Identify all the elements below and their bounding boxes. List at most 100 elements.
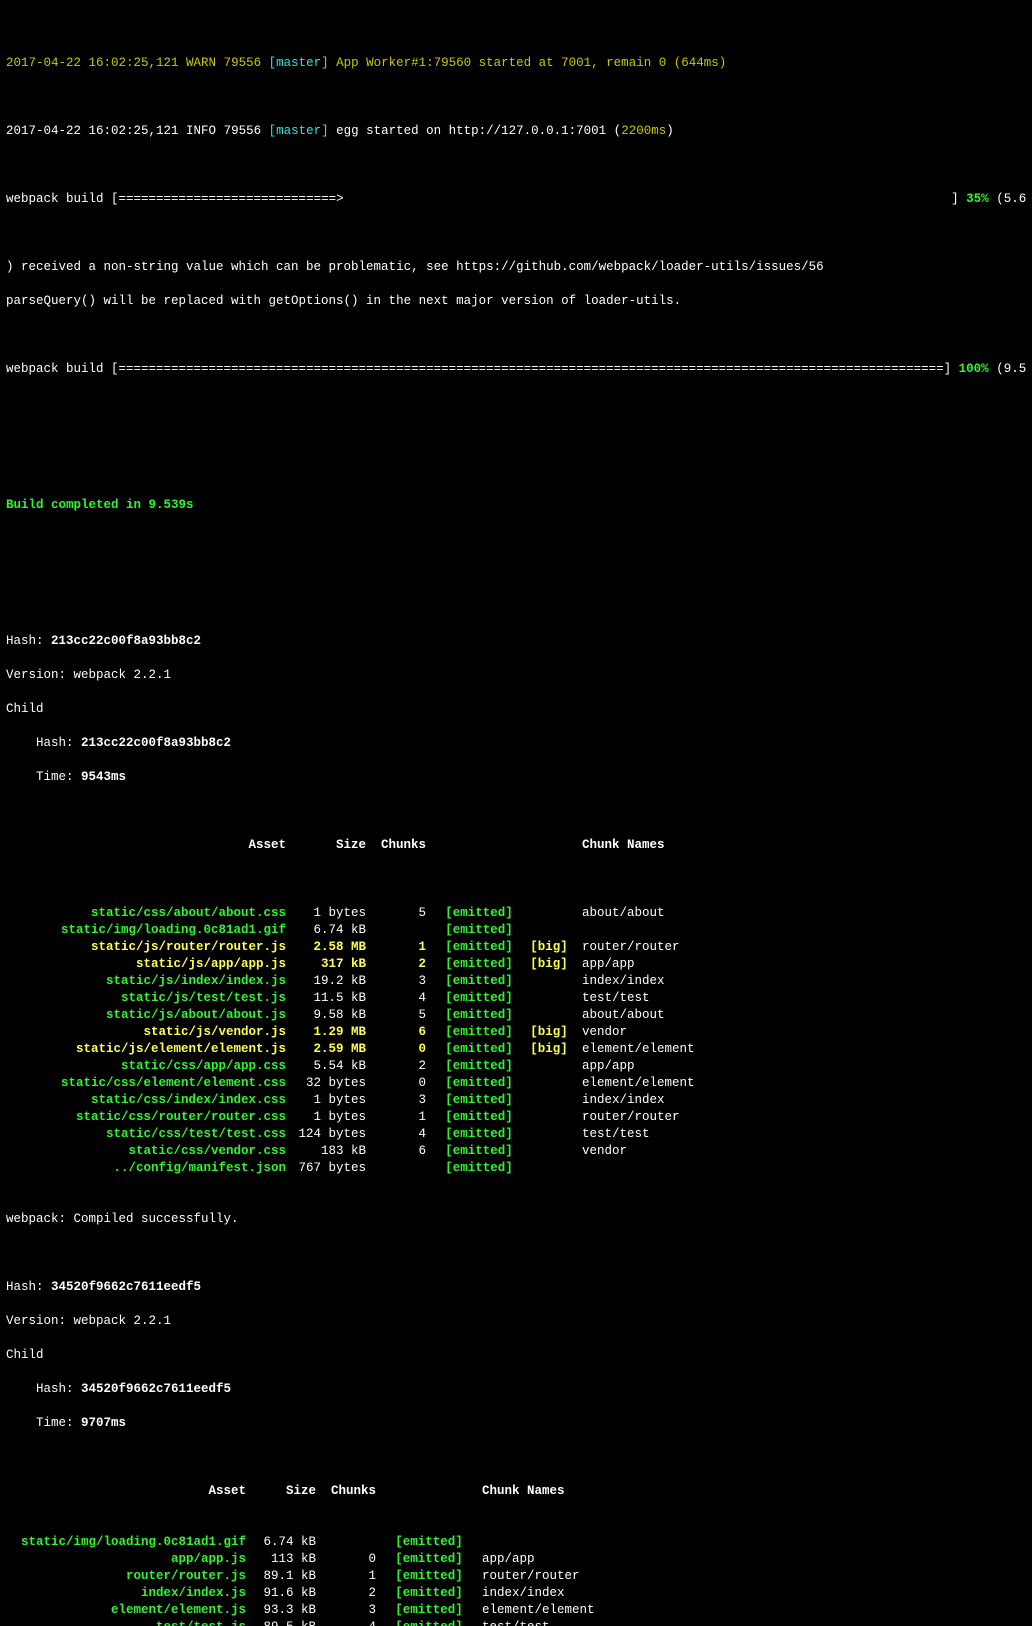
log-level: WARN: [186, 56, 216, 70]
asset-name: static/img/loading.0c81ad1.gif: [6, 1534, 246, 1551]
asset-chunk: 6: [366, 1143, 434, 1160]
chunk-name: test/test: [574, 990, 762, 1007]
emitted-flag: [emitted]: [384, 1585, 474, 1602]
asset-name: static/js/test/test.js: [6, 990, 286, 1007]
asset-size: 767 bytes: [286, 1160, 366, 1177]
asset-name: static/css/test/test.css: [6, 1126, 286, 1143]
emitted-flag: [emitted]: [434, 1092, 524, 1109]
compiled-msg: webpack: Compiled successfully.: [6, 1211, 1026, 1228]
emitted-flag: [emitted]: [434, 905, 524, 922]
asset-row: static/js/test/test.js11.5 kB4[emitted]t…: [6, 990, 1026, 1007]
asset-size: 9.58 kB: [286, 1007, 366, 1024]
asset-chunk: [366, 1160, 434, 1177]
asset-name: static/js/index/index.js: [6, 973, 286, 990]
emitted-flag: [emitted]: [434, 1075, 524, 1092]
big-flag: [big]: [524, 956, 574, 973]
asset-row: router/router.js89.1 kB1[emitted]router/…: [6, 1568, 1026, 1585]
asset-row: static/css/about/about.css1 bytes5[emitt…: [6, 905, 1026, 922]
asset-name: static/img/loading.0c81ad1.gif: [6, 922, 286, 939]
terminal-output: 2017-04-22 16:02:25,121 WARN 79556 [mast…: [0, 0, 1032, 1626]
webpack-child: Child: [6, 1347, 1026, 1364]
asset-table-body: static/css/about/about.css1 bytes5[emitt…: [6, 905, 1026, 1177]
log-level: INFO: [186, 124, 216, 138]
big-flag: [524, 1075, 574, 1092]
th-asset: Asset: [6, 1483, 246, 1500]
asset-row: index/index.js91.6 kB2[emitted]index/ind…: [6, 1585, 1026, 1602]
asset-size: 1 bytes: [286, 905, 366, 922]
asset-row: static/js/index/index.js19.2 kB3[emitted…: [6, 973, 1026, 990]
big-flag: [524, 1092, 574, 1109]
chunk-name: vendor: [574, 1143, 762, 1160]
chunk-name: app/app: [574, 956, 762, 973]
asset-size: 91.6 kB: [246, 1585, 316, 1602]
asset-size: 2.58 MB: [286, 939, 366, 956]
chunk-name: about/about: [574, 1007, 762, 1024]
th-chunks: Chunks: [316, 1483, 384, 1500]
chunk-name: router/router: [574, 939, 762, 956]
big-flag: [524, 1160, 574, 1177]
asset-row: app/app.js113 kB0[emitted]app/app: [6, 1551, 1026, 1568]
asset-name: index/index.js: [6, 1585, 246, 1602]
big-flag: [524, 1143, 574, 1160]
webpack-hash: Hash: 213cc22c00f8a93bb8c2: [6, 633, 1026, 650]
asset-name: test/test.js: [6, 1619, 246, 1626]
asset-row: ../config/manifest.json767 bytes[emitted…: [6, 1160, 1026, 1177]
chunk-name: index/index: [474, 1585, 662, 1602]
webpack-child-time: Time: 9543ms: [6, 769, 1026, 786]
th-names: Chunk Names: [474, 1483, 662, 1500]
asset-name: static/css/app/app.css: [6, 1058, 286, 1075]
big-flag: [524, 1126, 574, 1143]
asset-row: static/css/app/app.css5.54 kB2[emitted]a…: [6, 1058, 1026, 1075]
webpack-version: Version: webpack 2.2.1: [6, 667, 1026, 684]
emitted-flag: [emitted]: [434, 939, 524, 956]
webpack-child-time: Time: 9707ms: [6, 1415, 1026, 1432]
log-ctx: [master]: [269, 56, 329, 70]
asset-size: 113 kB: [246, 1551, 316, 1568]
log-ts: 2017-04-22 16:02:25,121: [6, 56, 179, 70]
asset-row: static/img/loading.0c81ad1.gif6.74 kB[em…: [6, 1534, 1026, 1551]
asset-size: 317 kB: [286, 956, 366, 973]
deprecation-warning: ) received a non-string value which can …: [6, 259, 1026, 276]
chunk-name: vendor: [574, 1024, 762, 1041]
webpack-version: Version: webpack 2.2.1: [6, 1313, 1026, 1330]
asset-name: static/css/element/element.css: [6, 1075, 286, 1092]
asset-row: static/js/vendor.js1.29 MB6[emitted][big…: [6, 1024, 1026, 1041]
th-size: Size: [286, 837, 366, 854]
asset-chunk: 4: [316, 1619, 384, 1626]
asset-size: 11.5 kB: [286, 990, 366, 1007]
asset-size: 6.74 kB: [246, 1534, 316, 1551]
emitted-flag: [emitted]: [434, 1007, 524, 1024]
webpack-progress-line: webpack build [=========================…: [6, 361, 1026, 378]
deprecation-warning: parseQuery() will be replaced with getOp…: [6, 293, 1026, 310]
emitted-flag: [emitted]: [434, 1041, 524, 1058]
asset-chunk: [366, 922, 434, 939]
build-completed: Build completed in 9.539s: [6, 497, 1026, 514]
asset-chunk: 6: [366, 1024, 434, 1041]
webpack-child-hash: Hash: 34520f9662c7611eedf5: [6, 1381, 1026, 1398]
webpack-child: Child: [6, 701, 1026, 718]
asset-chunk: 3: [366, 1092, 434, 1109]
emitted-flag: [emitted]: [434, 956, 524, 973]
big-flag: [big]: [524, 939, 574, 956]
webpack-hash: Hash: 34520f9662c7611eedf5: [6, 1279, 1026, 1296]
asset-chunk: 5: [366, 905, 434, 922]
asset-row: static/css/router/router.css1 bytes1[emi…: [6, 1109, 1026, 1126]
asset-row: static/js/router/router.js2.58 MB1[emitt…: [6, 939, 1026, 956]
log-ctx: [master]: [269, 124, 329, 138]
emitted-flag: [emitted]: [434, 973, 524, 990]
chunk-name: app/app: [574, 1058, 762, 1075]
big-flag: [524, 905, 574, 922]
asset-row: static/css/index/index.css1 bytes3[emitt…: [6, 1092, 1026, 1109]
th-names: Chunk Names: [574, 837, 762, 854]
blank-line: [6, 429, 1026, 446]
asset-name: static/js/about/about.js: [6, 1007, 286, 1024]
asset-name: element/element.js: [6, 1602, 246, 1619]
asset-chunk: 0: [366, 1075, 434, 1092]
th-chunks: Chunks: [366, 837, 434, 854]
asset-row: element/element.js93.3 kB3[emitted]eleme…: [6, 1602, 1026, 1619]
asset-size: 183 kB: [286, 1143, 366, 1160]
chunk-name: [574, 922, 762, 939]
emitted-flag: [emitted]: [434, 1160, 524, 1177]
chunk-name: index/index: [574, 1092, 762, 1109]
asset-name: static/css/router/router.css: [6, 1109, 286, 1126]
